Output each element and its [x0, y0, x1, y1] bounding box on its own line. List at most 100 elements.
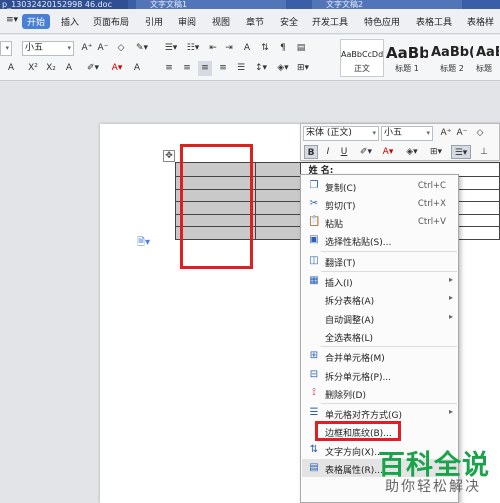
menu-item-split-table[interactable]: 拆分表格(A) ▸ — [302, 290, 458, 308]
line-spacing-icon[interactable]: ↕▾ — [252, 61, 270, 76]
menu-item-cut[interactable]: ✂ 剪切(T) Ctrl+X — [302, 195, 458, 213]
mini-font-select[interactable]: 宋体 (正文) ▾ — [303, 126, 379, 141]
chinese-layout-icon[interactable]: A — [240, 41, 254, 56]
font-family-select[interactable]: ▾ — [0, 41, 12, 56]
mini-table-icon[interactable]: ⊥ — [477, 145, 491, 159]
menu-item-select-table[interactable]: 全选表格(L) — [302, 327, 458, 345]
align-right-icon[interactable]: ≡ — [198, 61, 212, 76]
mini-font-value: 宋体 (正文) — [306, 128, 352, 138]
column-selection-highlight — [180, 144, 253, 269]
menu-review[interactable]: 审阅 — [178, 15, 196, 28]
justify-icon[interactable]: ≡ — [216, 61, 230, 76]
style-title[interactable]: AaBb 标题 — [475, 39, 500, 77]
cell-align-icon: ☰ — [309, 407, 319, 418]
superscript-icon[interactable]: X² — [26, 61, 40, 76]
mini-font-color-icon[interactable]: A▾ — [379, 145, 397, 159]
submenu-arrow-icon: ▸ — [448, 312, 453, 321]
menu-item-translate[interactable]: ◫ 翻译(T) — [302, 252, 458, 270]
mini-size-value: 小五 — [384, 128, 403, 138]
number-list-icon[interactable]: ☷▾ — [184, 41, 202, 56]
text-effects-icon[interactable]: A — [62, 61, 76, 76]
font-color-icon[interactable]: A▾ — [108, 61, 126, 76]
pinyin-icon[interactable]: ✎▾ — [130, 41, 154, 56]
outdent-icon[interactable]: ⇤ — [206, 41, 220, 56]
distribute-icon[interactable]: ☰ — [234, 61, 248, 76]
menu-security[interactable]: 安全 — [280, 15, 298, 28]
indent-icon[interactable]: ⇥ — [222, 41, 236, 56]
menu-special[interactable]: 特色应用 — [364, 15, 400, 28]
menu-view[interactable]: 视图 — [212, 15, 230, 28]
delete-column-icon: ⟟ — [312, 387, 316, 398]
menu-item-insert[interactable]: ▦ 插入(I) ▸ — [302, 272, 458, 290]
table-move-handle-icon[interactable]: ✥ — [163, 150, 175, 162]
merge-cells-icon: ⊞ — [309, 350, 319, 361]
style-heading-1[interactable]: AaBb 标题 1 — [385, 39, 429, 77]
submenu-arrow-icon: ▸ — [448, 407, 453, 416]
paste-special-icon: ▣ — [309, 234, 319, 245]
show-marks-icon[interactable]: ¶ — [276, 41, 290, 56]
menu-icon[interactable]: ≡▾ — [6, 15, 18, 25]
mini-size-select[interactable]: 小五 ▾ — [381, 126, 433, 141]
menu-references[interactable]: 引用 — [145, 15, 163, 28]
mini-shrink-font-icon[interactable]: A⁻ — [455, 126, 469, 140]
menu-item-paste-special[interactable]: ▣ 选择性粘贴(S)... — [302, 231, 458, 249]
borders-shading-highlight — [315, 421, 401, 441]
menu-insert[interactable]: 插入 — [61, 15, 79, 28]
text-direction-icon: ⇅ — [309, 444, 319, 455]
menu-chapter[interactable]: 章节 — [246, 15, 264, 28]
font-size-select[interactable]: 小五 ▾ — [22, 41, 74, 56]
mini-grow-font-icon[interactable]: A⁺ — [439, 126, 453, 140]
paste-icon: 📋 — [308, 216, 321, 227]
align-left-icon[interactable]: ≡ — [162, 61, 176, 76]
mini-underline-icon[interactable]: U — [337, 145, 351, 159]
menu-item-cell-alignment[interactable]: ☰ 单元格对齐方式(G) ▸ — [302, 404, 458, 422]
submenu-arrow-icon: ▸ — [448, 293, 453, 302]
char-border-icon[interactable]: A — [130, 61, 144, 76]
strikethrough-icon[interactable]: A — [4, 61, 18, 76]
mini-italic-icon[interactable]: I — [321, 145, 335, 159]
sort-icon[interactable]: ⇅ — [258, 41, 272, 56]
menu-item-paste[interactable]: 📋 粘贴 Ctrl+V — [302, 213, 458, 231]
bullet-list-icon[interactable]: ☰▾ — [162, 41, 180, 56]
shading-icon[interactable]: ◈▾ — [274, 61, 292, 76]
mini-highlight-icon[interactable]: ✐▾ — [357, 145, 375, 159]
menu-item-delete-column[interactable]: ⟟ 删除列(D) — [302, 384, 458, 402]
menu-item-split-cells[interactable]: ⊟ 拆分单元格(P)... — [302, 366, 458, 384]
mini-shading-icon[interactable]: ◈▾ — [403, 145, 421, 159]
mini-borders-icon[interactable]: ⊞▾ — [427, 145, 445, 159]
style-heading-2[interactable]: AaBb( 标题 2 — [430, 39, 474, 77]
ribbon-toolbar: ▾ 小五 ▾ A⁺ A⁻ ◇ ✎▾ ☰▾ ☷▾ ⇤ ⇥ A ⇅ ¶ ▤ A X² … — [0, 35, 500, 81]
mini-align-icon[interactable]: ☰▾ — [451, 145, 471, 159]
table-cell[interactable] — [254, 162, 301, 177]
insert-icon: ▦ — [309, 275, 319, 286]
watermark-subtitle: 助你轻松解决 — [385, 479, 481, 495]
style-normal[interactable]: AaBbCcDd 正文 — [340, 39, 384, 77]
menu-home[interactable]: 开始 — [22, 14, 51, 29]
align-center-icon[interactable]: ≡ — [180, 61, 194, 76]
paragraph-icon[interactable]: ▤ — [294, 41, 308, 56]
borders-icon[interactable]: ⊞▾ — [294, 61, 312, 76]
grow-font-icon[interactable]: A⁺ — [80, 41, 94, 56]
copy-icon: ❐ — [309, 180, 319, 191]
menu-item-autofit[interactable]: 自动调整(A) ▸ — [302, 309, 458, 327]
highlight-icon[interactable]: ✐▾ — [84, 61, 102, 76]
table-props-icon: ▤ — [309, 462, 319, 473]
menu-page-layout[interactable]: 页面布局 — [93, 15, 129, 28]
menu-table-tools[interactable]: 表格工具 — [416, 15, 452, 28]
menu-item-copy[interactable]: ❐ 复制(C) Ctrl+C — [302, 177, 458, 195]
doc-tab-1[interactable]: p_13032420152998 46.doc — [0, 0, 128, 9]
menu-developer[interactable]: 开发工具 — [312, 15, 348, 28]
clear-format-icon[interactable]: ◇ — [114, 41, 128, 56]
menu-bar: ≡▾ 开始 插入 页面布局 引用 审阅 视图 章节 安全 开发工具 特色应用 表… — [0, 9, 500, 34]
menu-table-style[interactable]: 表格样 — [467, 15, 494, 28]
doc-tab-3[interactable]: 文字文稿2 — [312, 0, 462, 9]
split-cells-icon: ⊟ — [309, 369, 319, 380]
menu-item-merge-cells[interactable]: ⊞ 合并单元格(M) — [302, 347, 458, 365]
mini-bold-icon[interactable]: B — [304, 145, 318, 159]
mini-clear-format-icon[interactable]: ◇ — [473, 126, 487, 140]
translate-icon: ◫ — [309, 255, 319, 266]
paragraph-anchor-icon[interactable]: 🗎▾ — [137, 235, 150, 252]
shrink-font-icon[interactable]: A⁻ — [96, 41, 110, 56]
subscript-icon[interactable]: X₂ — [44, 61, 58, 76]
doc-tab-2[interactable]: 文字文稿1 — [136, 0, 286, 9]
